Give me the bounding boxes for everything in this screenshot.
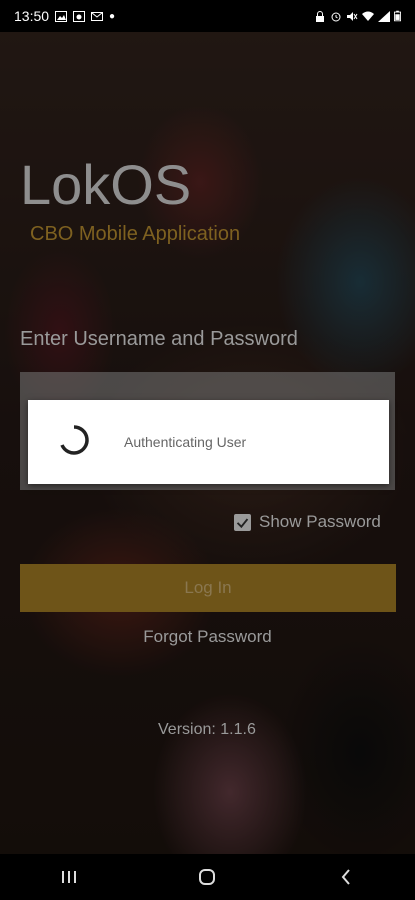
lock-icon — [316, 10, 324, 22]
status-bar: 13:50 ● — [0, 0, 415, 32]
show-password-checkbox[interactable] — [234, 513, 251, 531]
checkmark-icon — [236, 517, 249, 528]
dialog-message: Authenticating User — [124, 434, 247, 450]
photo-icon — [73, 10, 86, 22]
loading-spinner-icon — [60, 425, 89, 455]
signal-icon — [378, 10, 390, 22]
home-button[interactable] — [187, 857, 227, 897]
alarm-icon — [331, 12, 341, 21]
dot-icon: ● — [109, 10, 116, 22]
authenticating-dialog: Authenticating User — [28, 400, 389, 484]
battery-icon — [394, 10, 401, 22]
recents-icon — [62, 871, 77, 883]
home-icon — [199, 869, 216, 885]
forgot-password-link[interactable]: Forgot Password — [0, 627, 415, 647]
app-subtitle: CBO Mobile Application — [30, 223, 241, 245]
app-brand-title: LokOS — [20, 153, 192, 216]
system-nav-bar — [0, 854, 415, 900]
recents-button[interactable] — [49, 857, 89, 897]
status-time: 13:50 — [14, 8, 50, 24]
login-button[interactable]: Log In — [20, 564, 396, 612]
back-icon — [341, 869, 350, 885]
mute-icon — [347, 11, 358, 21]
version-label: Version: 1.1.6 — [158, 721, 256, 738]
wifi-icon — [362, 11, 374, 21]
back-button[interactable] — [326, 857, 366, 897]
image-icon — [55, 10, 68, 22]
mail-icon — [91, 11, 104, 21]
show-password-label: Show Password — [259, 512, 381, 531]
login-prompt: Enter Username and Password — [20, 328, 298, 350]
show-password-toggle[interactable]: Show Password — [234, 512, 381, 532]
